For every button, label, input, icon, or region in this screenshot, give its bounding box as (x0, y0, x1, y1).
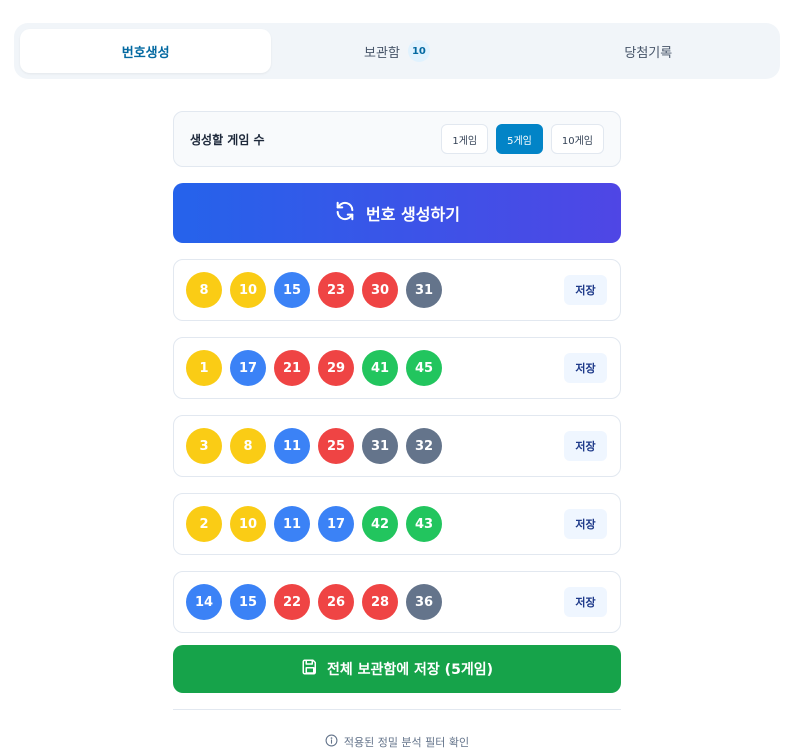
generate-numbers-button[interactable]: 번호 생성하기 (173, 183, 621, 243)
number-ball: 15 (230, 584, 266, 620)
number-ball: 14 (186, 584, 222, 620)
number-ball: 41 (362, 350, 398, 386)
number-ball: 10 (230, 272, 266, 308)
tab-generate[interactable]: 번호생성 (20, 29, 272, 73)
number-ball: 1 (186, 350, 222, 386)
number-ball: 11 (274, 428, 310, 464)
game-count-options: 1게임 5게임 10게임 (441, 124, 604, 154)
save-game-button[interactable]: 저장 (564, 587, 607, 617)
number-ball: 29 (318, 350, 354, 386)
number-balls: 1 17 21 29 41 45 (186, 350, 442, 386)
number-ball: 2 (186, 506, 222, 542)
save-game-button[interactable]: 저장 (564, 509, 607, 539)
tab-winning-history[interactable]: 당첨기록 (523, 29, 774, 73)
number-ball: 45 (406, 350, 442, 386)
save-game-button[interactable]: 저장 (564, 275, 607, 305)
game-row: 8 10 15 23 30 31 저장 (173, 259, 621, 321)
save-game-button[interactable]: 저장 (564, 431, 607, 461)
game-row: 14 15 22 26 28 36 저장 (173, 571, 621, 633)
number-ball: 17 (230, 350, 266, 386)
number-balls: 8 10 15 23 30 31 (186, 272, 442, 308)
number-ball: 8 (186, 272, 222, 308)
game-count-selector: 생성할 게임 수 1게임 5게임 10게임 (173, 111, 621, 167)
game-row: 1 17 21 29 41 45 저장 (173, 337, 621, 399)
number-ball: 15 (274, 272, 310, 308)
number-ball: 26 (318, 584, 354, 620)
number-ball: 28 (362, 584, 398, 620)
tab-bar: 번호생성 보관함 10 당첨기록 (14, 23, 780, 79)
tab-label: 번호생성 (121, 45, 170, 61)
tab-storage[interactable]: 보관함 10 (271, 29, 522, 73)
generate-button-label: 번호 생성하기 (366, 205, 460, 224)
refresh-icon (334, 200, 356, 226)
info-icon (325, 734, 338, 750)
number-ball: 30 (362, 272, 398, 308)
save-all-label: 전체 보관함에 저장 (5게임) (327, 662, 493, 678)
storage-count-badge: 10 (407, 40, 430, 62)
count-option-10[interactable]: 10게임 (550, 124, 604, 154)
save-all-button[interactable]: 전체 보관함에 저장 (5게임) (173, 645, 621, 693)
save-icon (301, 658, 319, 680)
tab-label: 보관함 (364, 45, 400, 61)
number-ball: 11 (274, 506, 310, 542)
number-ball: 8 (230, 428, 266, 464)
number-ball: 43 (406, 506, 442, 542)
number-ball: 23 (318, 272, 354, 308)
number-ball: 10 (230, 506, 266, 542)
filter-link-label: 적용된 정밀 분석 필터 확인 (343, 736, 470, 749)
game-row: 3 8 11 25 31 32 저장 (173, 415, 621, 477)
number-balls: 2 10 11 17 42 43 (186, 506, 442, 542)
number-balls: 3 8 11 25 31 32 (186, 428, 442, 464)
number-ball: 42 (362, 506, 398, 542)
filter-info-link[interactable]: 적용된 정밀 분석 필터 확인 (173, 734, 621, 750)
number-ball: 21 (274, 350, 310, 386)
game-count-label: 생성할 게임 수 (190, 132, 265, 147)
number-ball: 17 (318, 506, 354, 542)
game-list: 8 10 15 23 30 31 저장 1 17 21 29 41 45 저장 3 8 11 25 31 32 저장 2 1… (173, 259, 621, 633)
number-ball: 31 (406, 272, 442, 308)
generator-panel: 생성할 게임 수 1게임 5게임 10게임 번호 생성하기 8 10 15 23 30 3… (173, 111, 621, 750)
number-ball: 36 (406, 584, 442, 620)
number-ball: 31 (362, 428, 398, 464)
count-option-5[interactable]: 5게임 (496, 124, 543, 154)
count-option-1[interactable]: 1게임 (441, 124, 489, 154)
number-ball: 25 (318, 428, 354, 464)
number-balls: 14 15 22 26 28 36 (186, 584, 442, 620)
number-ball: 3 (186, 428, 222, 464)
tab-label: 당첨기록 (624, 45, 673, 61)
number-ball: 22 (274, 584, 310, 620)
number-ball: 32 (406, 428, 442, 464)
divider (173, 709, 621, 710)
game-row: 2 10 11 17 42 43 저장 (173, 493, 621, 555)
save-game-button[interactable]: 저장 (564, 353, 607, 383)
